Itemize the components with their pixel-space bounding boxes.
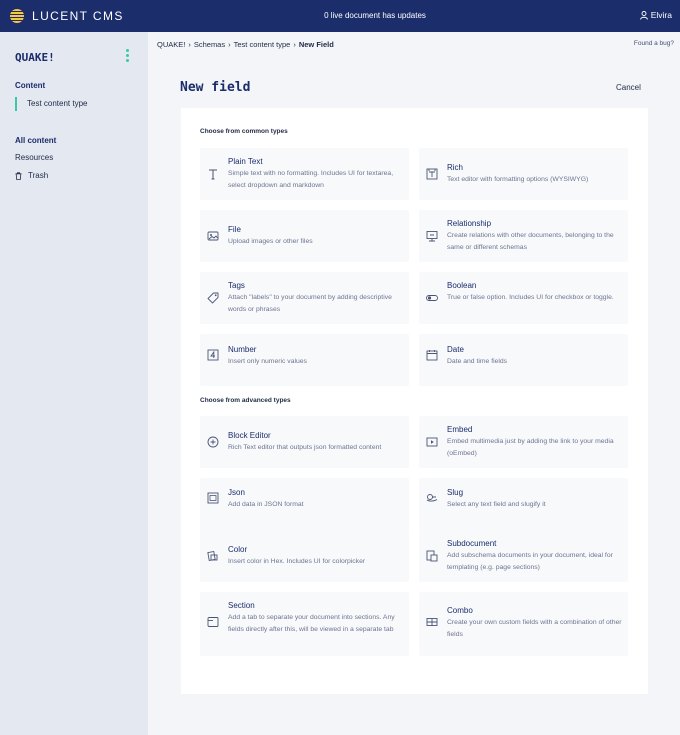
more-options-icon[interactable] [126,49,129,64]
breadcrumb-root[interactable]: QUAKE! [157,40,185,49]
sidebar-heading-content: Content [15,81,46,90]
breadcrumb-current: New Field [298,40,334,49]
breadcrumb-type[interactable]: Test content type [234,40,291,49]
field-type-name: Boolean [447,281,477,290]
slug-icon [426,494,438,502]
section-icon [207,617,219,627]
image-icon [207,231,219,241]
field-type-number[interactable]: Number Insert only numeric values [200,334,409,386]
sidebar-item-trash[interactable]: Trash [15,171,48,180]
project-name[interactable]: QUAKE! [15,51,55,64]
field-type-desc: Attach "labels" to your document by addi… [228,294,392,313]
plus-circle-icon [207,436,219,448]
field-type-boolean[interactable]: Boolean True or false option. Includes UI… [419,272,628,324]
field-type-name: Json [228,488,245,497]
field-type-name: Relationship [447,219,492,228]
cancel-button[interactable]: Cancel [616,83,641,92]
rich-text-icon [426,168,438,180]
combo-icon [426,618,438,626]
sidebar-item-all-content[interactable]: All content [15,136,56,145]
field-type-slug[interactable]: Slug Select any text field and slugify it [419,478,628,530]
field-type-desc: Embed multimedia just by adding the link… [447,438,614,457]
field-type-desc: Simple text with no formatting. Includes… [228,170,394,189]
field-type-name: Subdocument [447,539,497,548]
sidebar-item-test-content-type[interactable]: Test content type [15,97,87,111]
trash-label: Trash [28,171,49,180]
field-type-name: Rich [447,163,464,172]
field-type-name: Date [447,345,464,354]
breadcrumb-schemas[interactable]: Schemas [194,40,225,49]
field-type-name: Slug [447,488,464,497]
field-type-desc: Add data in JSON format [228,501,304,508]
field-type-desc: Select any text field and slugify it [447,501,546,508]
field-type-file[interactable]: File Upload images or other files [200,210,409,262]
top-bar: LUCENT CMS 0 live document has updates E… [0,0,680,32]
field-type-relationship[interactable]: Relationship Create relations with other … [419,210,628,262]
breadcrumb-separator: › [293,40,296,49]
sidebar-item-resources[interactable]: Resources [15,153,53,162]
relationship-icon [426,231,438,242]
field-type-name: Combo [447,606,473,615]
breadcrumb-separator: › [188,40,191,49]
page-title: New field [180,80,251,95]
field-type-desc: Rich Text editor that outputs json forma… [228,444,382,451]
user-menu[interactable]: Elvira [639,10,672,20]
field-type-rich[interactable]: Rich Text editor with formatting options … [419,148,628,200]
field-type-combo[interactable]: Combo Create your own custom fields with … [419,592,628,656]
tag-icon [207,292,219,304]
field-type-desc: Insert color in Hex. Includes UI for col… [228,558,366,565]
field-type-name: File [228,225,241,234]
field-type-name: Number [228,345,257,354]
field-type-tags[interactable]: Tags Attach "labels" to your document by … [200,272,409,324]
play-icon [426,437,438,447]
field-type-name: Plain Text [228,157,263,166]
breadcrumb-separator: › [228,40,231,49]
trash-icon [15,171,22,180]
field-type-subdocument[interactable]: Subdocument Add subschema documents in yo… [419,530,628,582]
common-types-heading: Choose from common types [200,128,288,135]
user-name: Elvira [650,10,672,20]
brand-name: LUCENT CMS [32,9,124,23]
field-type-desc: Insert only numeric values [228,358,307,365]
text-icon [209,169,217,180]
field-type-desc: Date and time fields [447,358,508,365]
toggle-icon [426,295,438,301]
breadcrumb: QUAKE! › Schemas › Test content type › N… [157,40,337,49]
subdocument-icon [426,550,438,562]
field-type-name: Color [228,545,248,554]
calendar-icon [426,350,438,361]
number-icon [207,349,219,361]
updates-notice[interactable]: 0 live document has updates [260,11,490,20]
field-type-embed[interactable]: Embed Embed multimedia just by adding the… [419,416,628,468]
field-type-name: Block Editor [228,431,271,440]
field-type-json[interactable]: Json Add data in JSON format [200,478,409,530]
field-type-desc: Create relations with other documents, b… [447,232,614,251]
field-type-date[interactable]: Date Date and time fields [419,334,628,386]
field-type-desc: Add a tab to separate your document into… [228,614,395,633]
brand[interactable]: LUCENT CMS [0,9,200,23]
field-type-desc: Add subschema documents in your document… [447,552,613,571]
field-type-desc: Create your own custom fields with a com… [447,619,622,638]
color-icon [207,551,218,561]
advanced-types-heading: Choose from advanced types [200,397,291,404]
field-type-section[interactable]: Section Add a tab to separate your docume… [200,592,409,656]
logo-icon [10,9,24,23]
field-type-block-editor[interactable]: Block Editor Rich Text editor that output… [200,416,409,468]
field-type-desc: Upload images or other files [228,238,313,245]
field-type-desc: True or false option. Includes UI for ch… [447,294,614,301]
field-type-name: Embed [447,425,473,434]
json-icon [207,492,219,504]
field-type-name: Section [228,601,255,610]
field-type-desc: Text editor with formatting options (WYS… [447,176,589,183]
field-type-color[interactable]: Color Insert color in Hex. Includes UI fo… [200,530,409,582]
field-type-name: Tags [228,281,245,290]
field-type-plain-text[interactable]: Plain Text Simple text with no formatting… [200,148,409,200]
user-icon [639,10,648,20]
found-bug-link[interactable]: Found a bug? [634,40,674,47]
